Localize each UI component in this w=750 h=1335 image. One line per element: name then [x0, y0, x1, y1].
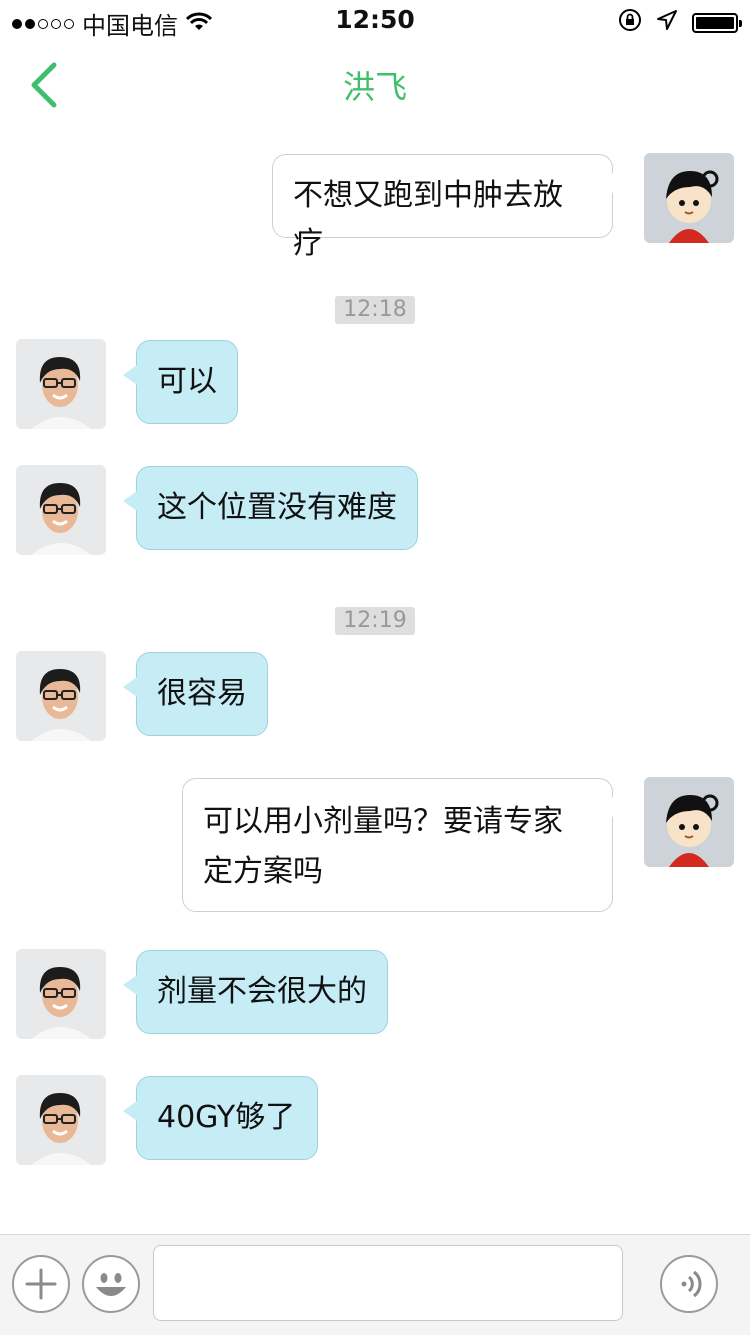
contact-avatar[interactable] [16, 949, 106, 1039]
message-text: 剂量不会很大的 [157, 974, 367, 1009]
plus-icon [25, 1268, 57, 1300]
contact-avatar[interactable] [16, 339, 106, 429]
message-text: 40GY够了 [157, 1100, 296, 1135]
message-timestamp: 12:18 [335, 296, 415, 324]
message-text: 可以用小剂量吗？要请专家定方案吗 [203, 804, 563, 889]
rotation-lock-icon [618, 8, 642, 38]
contact-avatar[interactable] [16, 651, 106, 741]
message-bubble[interactable]: 不想又跑到中肿去放疗 [272, 154, 626, 261]
message-text: 可以 [157, 364, 217, 399]
contact-avatar[interactable] [16, 465, 106, 555]
emoji-icon [96, 1273, 126, 1296]
message-bubble[interactable]: 剂量不会很大的 [123, 950, 388, 1034]
self-avatar[interactable] [644, 777, 734, 867]
message-text: 不想又跑到中肿去放疗 [293, 178, 563, 261]
voice-button[interactable] [660, 1255, 718, 1313]
message-bubble[interactable]: 这个位置没有难度 [123, 466, 418, 550]
message-bubble[interactable]: 40GY够了 [123, 1076, 318, 1160]
emoji-button[interactable] [82, 1255, 140, 1313]
message-input[interactable] [153, 1245, 623, 1321]
message-text: 这个位置没有难度 [157, 490, 397, 525]
status-bar: 中国电信 12:50 [0, 0, 750, 40]
nav-bar: 洪飞 [0, 40, 750, 130]
message-bubble[interactable]: 很容易 [123, 652, 268, 736]
location-icon [656, 9, 678, 37]
input-bar [0, 1234, 750, 1335]
message-text: 很容易 [157, 676, 247, 711]
status-right [618, 8, 742, 38]
message-bubble[interactable]: 可以用小剂量吗？要请专家定方案吗 [182, 778, 626, 912]
add-button[interactable] [12, 1255, 70, 1313]
voice-icon [681, 1270, 702, 1298]
contact-avatar[interactable] [16, 1075, 106, 1165]
battery-icon [692, 13, 742, 33]
message-timestamp: 12:19 [335, 607, 415, 635]
page-title: 洪飞 [342, 68, 407, 106]
message-bubble[interactable]: 可以 [123, 340, 238, 424]
self-avatar[interactable] [644, 153, 734, 243]
